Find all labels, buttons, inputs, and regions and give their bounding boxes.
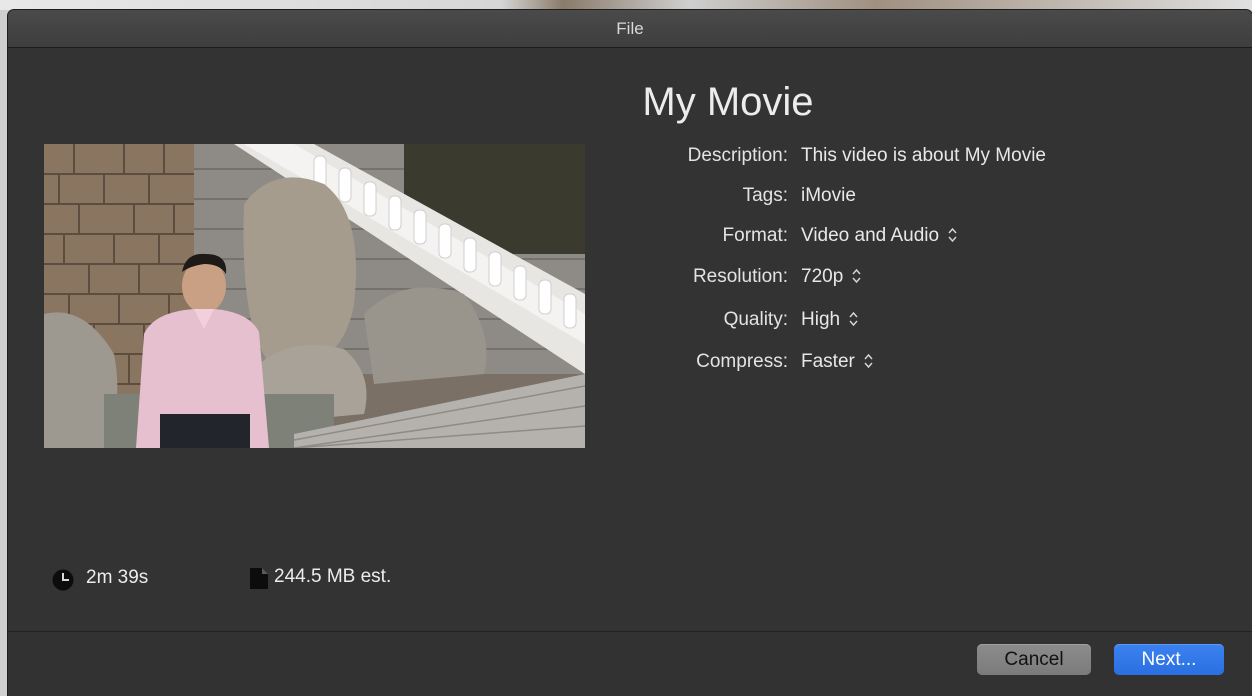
- description-row: Description: This video is about My Movi…: [8, 144, 1252, 168]
- description-label: Description:: [687, 145, 788, 166]
- quality-value: High: [801, 309, 841, 330]
- tags-row: Tags: iMovie: [8, 184, 1252, 208]
- compress-row: Compress: Faster: [8, 350, 1252, 374]
- format-row: Format: Video and Audio: [8, 224, 1252, 248]
- document-icon: [250, 568, 268, 589]
- format-value: Video and Audio: [801, 225, 940, 246]
- clock-icon: [52, 569, 74, 591]
- format-popup[interactable]: Video and Audio: [801, 224, 957, 248]
- compress-popup[interactable]: Faster: [801, 350, 873, 374]
- resolution-label: Resolution:: [692, 266, 788, 287]
- file-size-label: 244.5 MB est.: [274, 566, 392, 587]
- quality-row: Quality: High: [8, 308, 1252, 332]
- resolution-popup[interactable]: 720p: [801, 265, 861, 289]
- format-label: Format:: [722, 225, 788, 246]
- chevron-updown-icon: [864, 353, 873, 369]
- chevron-updown-icon: [849, 311, 858, 327]
- duration-label: 2m 39s: [86, 567, 149, 588]
- next-button[interactable]: Next...: [1114, 644, 1224, 675]
- compress-value: Faster: [801, 351, 855, 372]
- quality-popup[interactable]: High: [801, 308, 858, 332]
- resolution-value: 720p: [801, 266, 844, 287]
- window-title: File: [8, 10, 1252, 48]
- desktop-background: [0, 0, 1252, 10]
- cancel-button[interactable]: Cancel: [977, 644, 1091, 675]
- share-file-sheet: File My Movie Description: This video is…: [8, 10, 1252, 696]
- tags-label: Tags:: [742, 185, 788, 206]
- chevron-updown-icon: [948, 227, 957, 243]
- quality-label: Quality:: [723, 309, 788, 330]
- tags-field[interactable]: iMovie: [801, 184, 856, 208]
- description-field[interactable]: This video is about My Movie: [801, 144, 1046, 168]
- chevron-updown-icon: [852, 268, 861, 284]
- project-title: My Movie: [642, 80, 814, 124]
- button-bar: Cancel Next...: [8, 631, 1252, 696]
- resolution-row: Resolution: 720p: [8, 265, 1252, 289]
- compress-label: Compress:: [696, 351, 788, 372]
